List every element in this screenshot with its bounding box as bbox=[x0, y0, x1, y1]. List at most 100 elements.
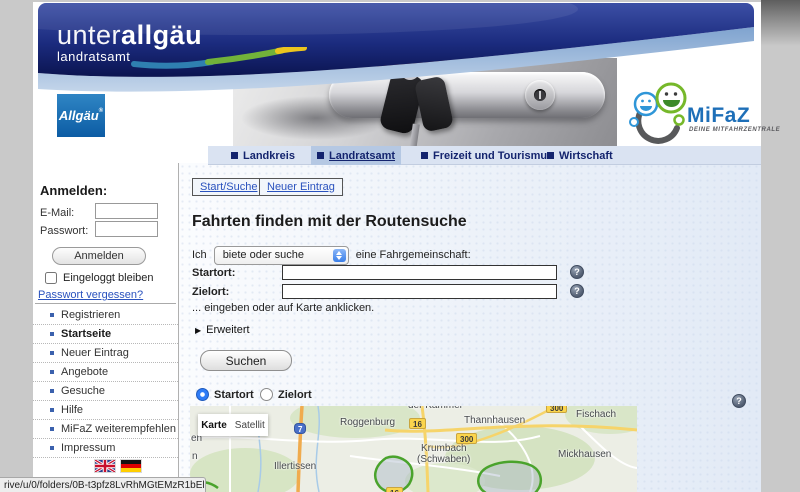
stay-logged-in-checkbox[interactable] bbox=[45, 272, 57, 284]
radio-startort-label[interactable]: Startort bbox=[214, 389, 254, 401]
radio-zielort[interactable] bbox=[260, 388, 273, 401]
password-label: Passwort: bbox=[40, 225, 88, 237]
map-place-label: Illertissen bbox=[274, 461, 316, 472]
logo-word-unter: unter bbox=[57, 20, 121, 50]
mifaz-tagline: DEINE MITFAHRZENTRALE bbox=[689, 127, 780, 133]
nav-item-landkreis[interactable]: Landkreis bbox=[225, 146, 301, 165]
allgaeu-logo: Allgäu® bbox=[57, 94, 105, 137]
photo-door-handle bbox=[329, 72, 605, 118]
sidebar-separator bbox=[35, 303, 176, 304]
nav-bullet-icon bbox=[547, 152, 554, 159]
sidebar-item-neuer-eintrag[interactable]: Neuer Eintrag bbox=[33, 344, 178, 363]
menu-label: Impressum bbox=[61, 442, 115, 454]
menu-label: Hilfe bbox=[61, 404, 83, 416]
map-road-badge-300: 300 bbox=[546, 406, 567, 413]
registered-mark: ® bbox=[99, 108, 103, 114]
sidebar-item-angebote[interactable]: Angebote bbox=[33, 363, 178, 382]
login-title: Anmelden: bbox=[40, 183, 107, 198]
menu-bullet-icon bbox=[50, 389, 54, 393]
language-switcher bbox=[95, 460, 141, 472]
help-icon-start[interactable]: ? bbox=[570, 265, 584, 279]
map-place-label: n bbox=[192, 451, 198, 462]
ride-type-select[interactable]: biete oder suche bbox=[214, 246, 349, 265]
mifaz-logo: MiFaZ DEINE MITFAHRZENTRALE bbox=[619, 82, 789, 146]
photo-keyhole bbox=[534, 89, 546, 101]
sidebar-item-registrieren[interactable]: Registrieren bbox=[33, 306, 178, 325]
mifaz-smileys-icon bbox=[619, 82, 689, 146]
sidebar-item-gesuche[interactable]: Gesuche bbox=[33, 382, 178, 401]
page-title: Fahrten finden mit der Routensuche bbox=[192, 213, 467, 231]
select-stepper-icon bbox=[333, 249, 346, 262]
menu-bullet-icon bbox=[50, 427, 54, 431]
search-button[interactable]: Suchen bbox=[200, 350, 292, 371]
dest-input[interactable] bbox=[282, 284, 557, 299]
start-input[interactable] bbox=[282, 265, 557, 280]
nav-label: Landratsamt bbox=[329, 150, 395, 162]
menu-label: Angebote bbox=[61, 366, 108, 378]
map-button-karte[interactable]: Karte bbox=[201, 420, 227, 431]
menu-bullet-icon bbox=[50, 351, 54, 355]
menu-bullet-icon bbox=[50, 408, 54, 412]
forgot-password-link[interactable]: Passwort vergessen? bbox=[38, 289, 143, 301]
allgaeu-logo-text: Allgäu bbox=[59, 108, 99, 123]
dest-label: Zielort: bbox=[192, 286, 229, 298]
main-content: Start/Suche Neuer Eintrag Fahrten finden… bbox=[179, 163, 761, 492]
ride-type-selected-value: biete oder suche bbox=[223, 249, 304, 261]
nav-bullet-icon bbox=[421, 152, 428, 159]
help-icon-dest[interactable]: ? bbox=[570, 284, 584, 298]
sidebar-item-hilfe[interactable]: Hilfe bbox=[33, 401, 178, 420]
radio-startort[interactable] bbox=[196, 388, 209, 401]
status-bar-url: rive/u/0/folders/0B-t3pfz8LvRhMGtEMzR1bE… bbox=[0, 477, 206, 492]
sidebar-item-impressum[interactable]: Impressum bbox=[33, 439, 178, 458]
main-navigation: Landkreis Landratsamt Freizeit und Touri… bbox=[208, 146, 761, 165]
tab-neuer-eintrag[interactable]: Neuer Eintrag bbox=[259, 178, 343, 196]
menu-bullet-icon bbox=[50, 313, 54, 317]
tab-start-suche-link[interactable]: Start/Suche bbox=[200, 181, 257, 193]
menu-label: MiFaZ weiterempfehlen bbox=[61, 423, 176, 435]
advanced-toggle[interactable]: ▶ Erweitert bbox=[195, 324, 250, 336]
photo-key-ring bbox=[401, 64, 419, 80]
website-page: unterallgäu landratsamt Allgäu® bbox=[33, 2, 761, 492]
nav-item-landratsamt[interactable]: Landratsamt bbox=[311, 146, 401, 165]
flag-english-icon[interactable] bbox=[95, 460, 115, 472]
map-road-badge-7: 7 bbox=[294, 423, 306, 434]
map-button-satellit[interactable]: Satellit bbox=[235, 420, 265, 431]
menu-label: Startseite bbox=[61, 328, 111, 340]
desktop: unterallgäu landratsamt Allgäu® bbox=[0, 0, 800, 492]
advanced-label: Erweitert bbox=[206, 324, 249, 336]
nav-item-freizeit-tourismus[interactable]: Freizeit und Tourismus bbox=[415, 146, 559, 165]
menu-label: Registrieren bbox=[61, 309, 120, 321]
nav-item-wirtschaft[interactable]: Wirtschaft bbox=[541, 146, 619, 165]
login-button[interactable]: Anmelden bbox=[52, 247, 146, 265]
map-type-control[interactable]: Karte Satellit bbox=[198, 414, 268, 436]
radio-zielort-label[interactable]: Zielort bbox=[278, 389, 312, 401]
mifaz-logo-text: MiFaZ bbox=[687, 104, 750, 128]
nav-bullet-icon bbox=[231, 152, 238, 159]
sidebar-item-startseite[interactable]: Startseite bbox=[33, 325, 178, 344]
tab-neuer-eintrag-link[interactable]: Neuer Eintrag bbox=[267, 181, 335, 193]
map-road-badge-16: 16 bbox=[409, 418, 426, 429]
menu-label: Gesuche bbox=[61, 385, 105, 397]
stay-logged-in-label: Eingeloggt bleiben bbox=[63, 272, 154, 284]
sidebar-item-mifaz-weiterempfehlen[interactable]: MiFaZ weiterempfehlen bbox=[33, 420, 178, 439]
photo-lock-button bbox=[525, 80, 555, 110]
help-icon-map[interactable]: ? bbox=[732, 394, 746, 408]
banner-photo-car-keys bbox=[233, 58, 617, 149]
flag-german-icon[interactable] bbox=[121, 460, 141, 472]
email-field[interactable] bbox=[95, 203, 158, 219]
tab-start-suche[interactable]: Start/Suche bbox=[192, 178, 265, 196]
nav-bullet-icon bbox=[317, 152, 324, 159]
map-place-label: Fischach bbox=[576, 409, 616, 420]
menu-bullet-icon bbox=[50, 332, 54, 336]
menu-label: Neuer Eintrag bbox=[61, 347, 129, 359]
window-shadow bbox=[761, 0, 800, 46]
map-canvas[interactable]: Karte Satellit der KammelRoggenburgThann… bbox=[190, 406, 637, 492]
menu-bullet-icon bbox=[50, 446, 54, 450]
email-label: E-Mail: bbox=[40, 207, 74, 219]
nav-label: Wirtschaft bbox=[559, 150, 613, 162]
map-place-label: der Kammel bbox=[408, 406, 462, 411]
password-field[interactable] bbox=[95, 221, 158, 237]
map-road-badge-300: 300 bbox=[456, 433, 477, 444]
nav-label: Landkreis bbox=[243, 150, 295, 162]
start-label: Startort: bbox=[192, 267, 235, 279]
